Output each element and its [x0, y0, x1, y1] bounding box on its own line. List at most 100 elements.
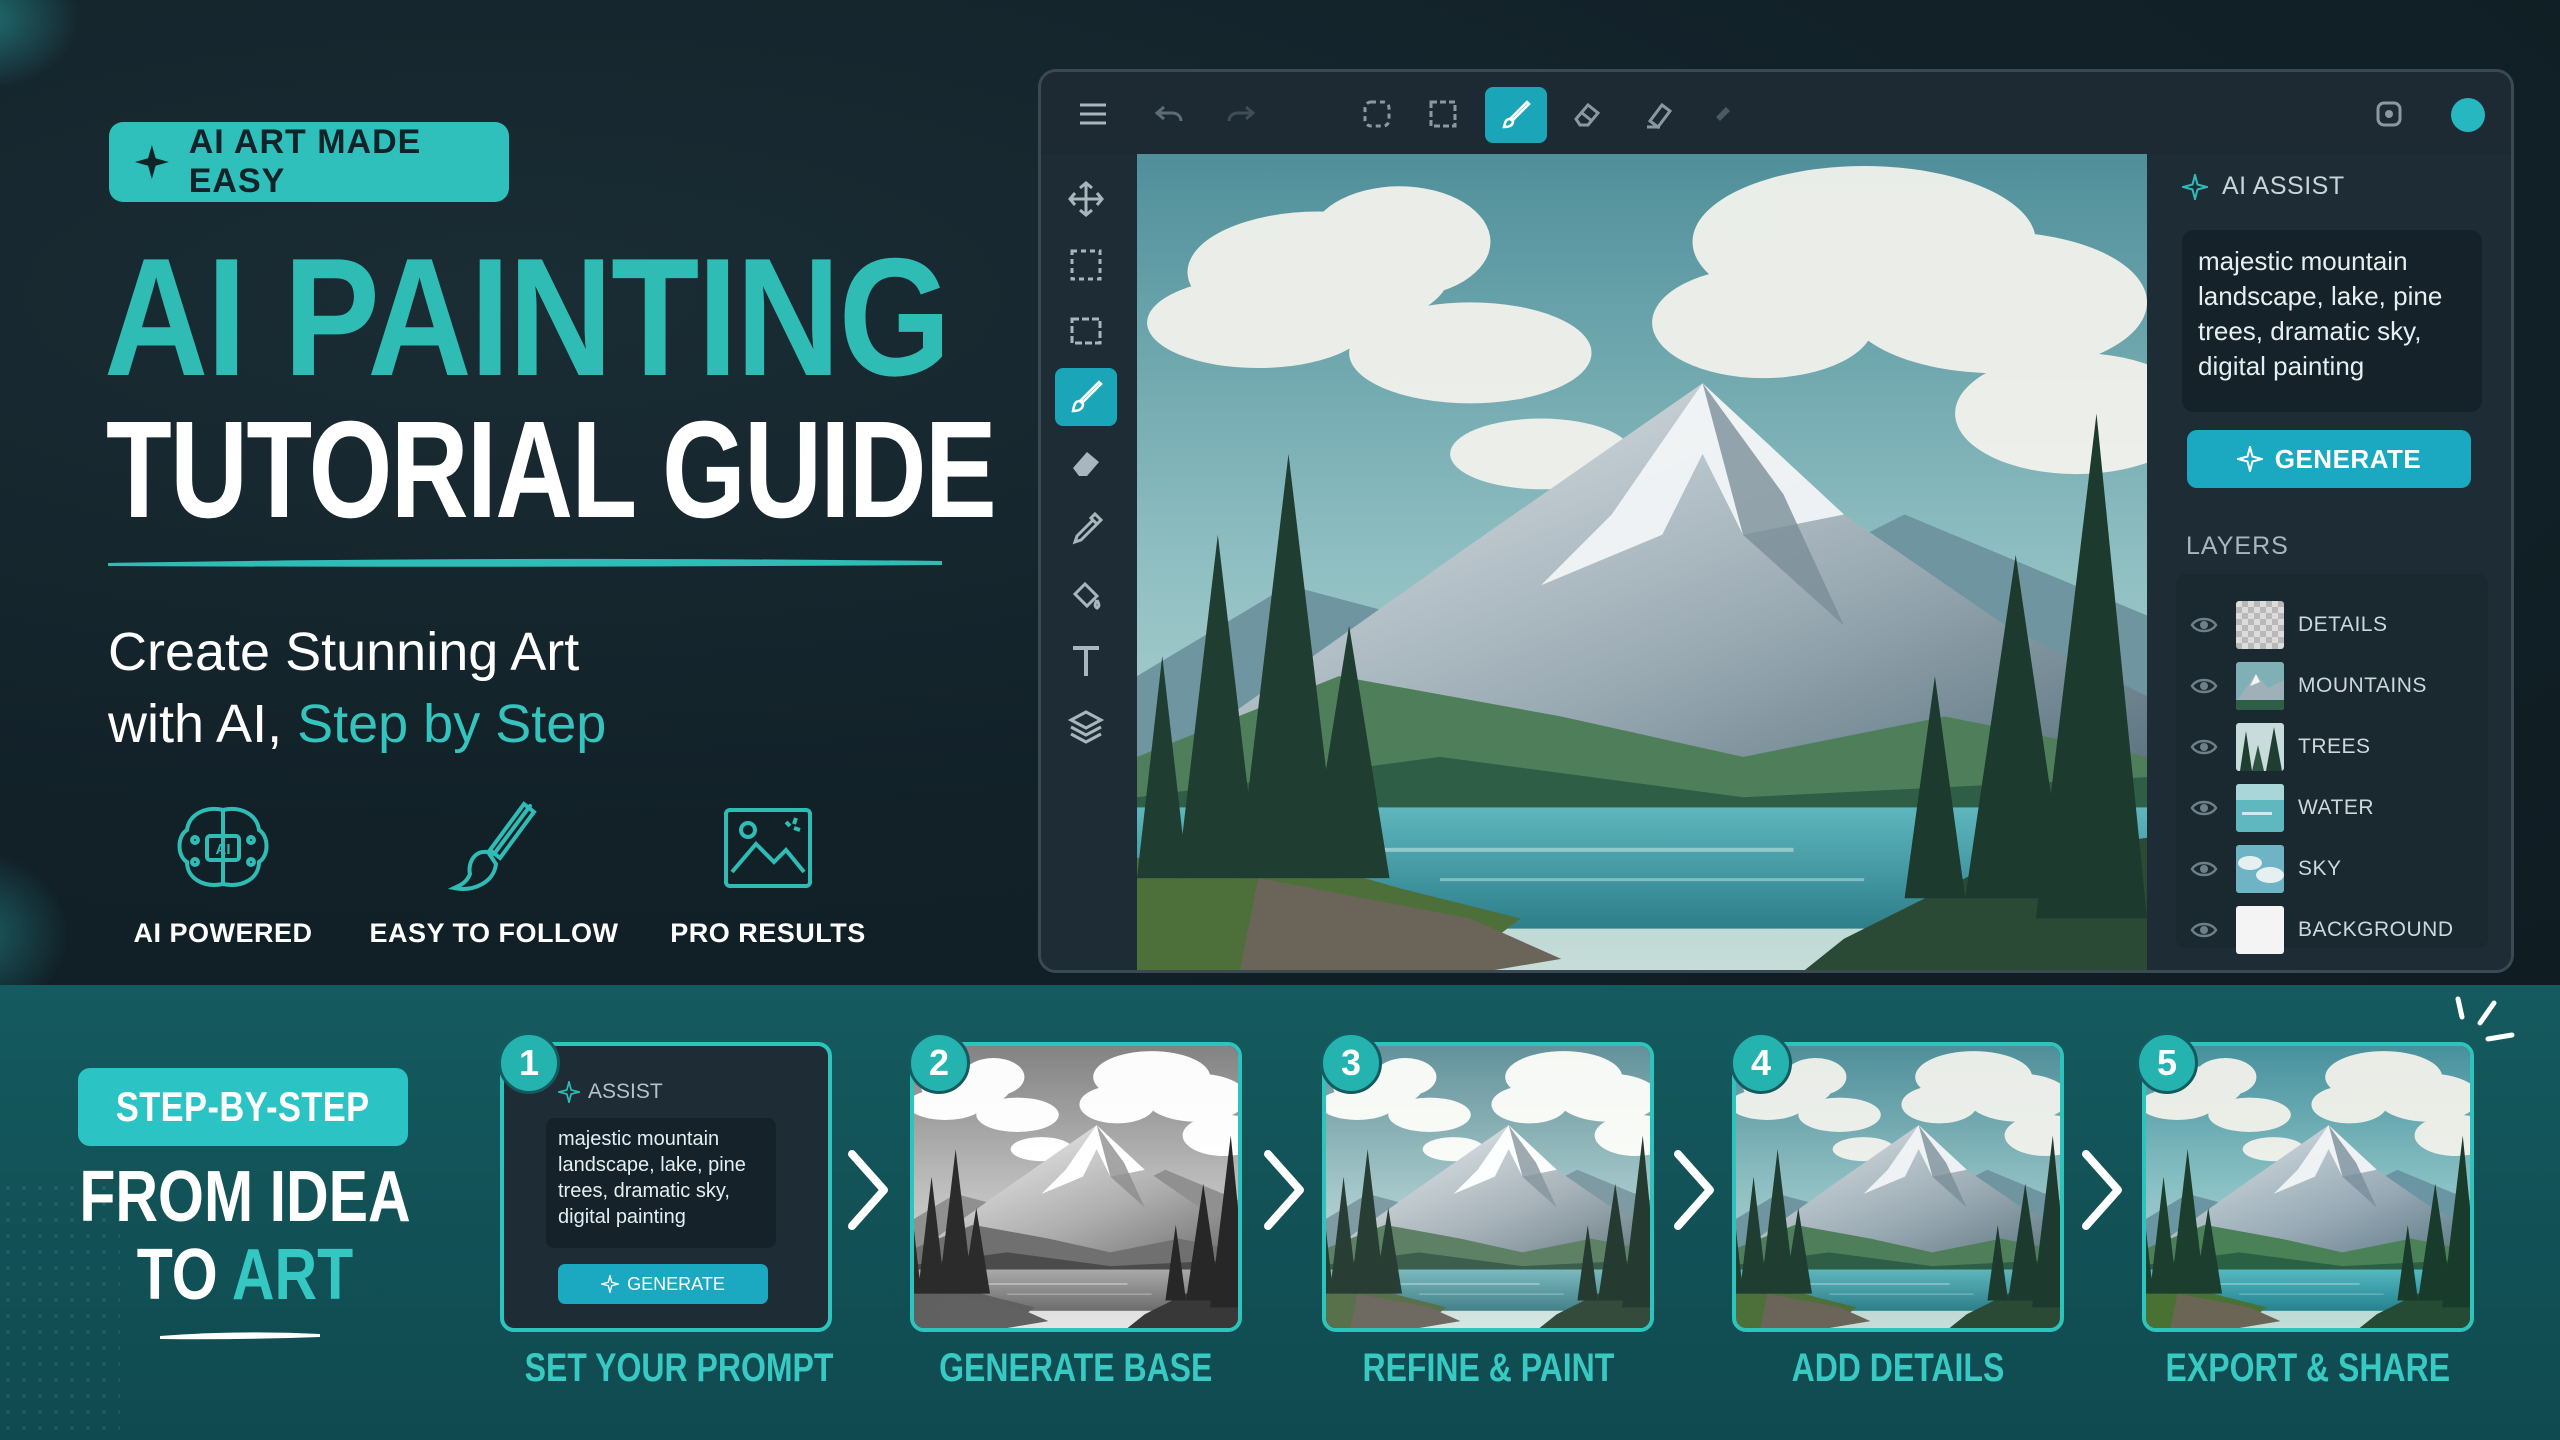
brush-stroke-decoration: [0, 850, 70, 990]
step-label-text: EXPORT & SHARE: [2165, 1346, 2451, 1390]
title-underline: [108, 558, 942, 567]
subtitle-prefix: with AI,: [108, 694, 298, 754]
eraser-icon[interactable]: [1565, 92, 1609, 136]
eye-icon[interactable]: [2190, 611, 2218, 639]
feature-label: EASY TO FOLLOW: [369, 918, 619, 948]
step-label: REFINE & PAINT: [1308, 1346, 1668, 1391]
layer-row-sky[interactable]: SKY: [2186, 841, 2478, 897]
headline-line-1: FROM IDEA: [79, 1157, 411, 1237]
step-number-badge: 1: [498, 1032, 560, 1094]
subtitle-line-2: with AI, Step by Step: [108, 688, 606, 760]
layers-icon[interactable]: [1055, 698, 1117, 756]
paintbrush-icon: [447, 801, 537, 891]
prompt-input[interactable]: majestic mountain landscape, lake, pine …: [2182, 230, 2482, 412]
settings-icon[interactable]: [2367, 92, 2411, 136]
eye-icon[interactable]: [2190, 855, 2218, 883]
layer-name: MOUNTAINS: [2298, 674, 2427, 697]
fill-bucket-icon[interactable]: [1055, 566, 1117, 624]
undo-icon[interactable]: [1147, 92, 1191, 136]
layer-row-details[interactable]: DETAILS: [2186, 597, 2478, 653]
brush-icon[interactable]: [1485, 87, 1547, 143]
feature-label: AI POWERED: [133, 918, 313, 948]
brush-icon[interactable]: [1055, 368, 1117, 426]
ai-assist-label: AI ASSIST: [2222, 172, 2345, 200]
text-icon[interactable]: [1055, 632, 1117, 690]
painting-app-window: AI ASSIST majestic mountain landscape, l…: [1038, 69, 2514, 973]
mini-prompt-text: majestic mountain landscape, lake, pine …: [546, 1118, 776, 1248]
step-label-text: GENERATE BASE: [939, 1346, 1213, 1390]
layer-row-trees[interactable]: TREES: [2186, 719, 2478, 775]
eye-icon[interactable]: [2190, 794, 2218, 822]
lasso-select-icon[interactable]: [1355, 92, 1399, 136]
layer-name: TREES: [2298, 735, 2371, 758]
shine-lines-decoration: [2455, 996, 2515, 1042]
sparkle-icon: [2236, 446, 2263, 472]
grayscale-base-thumbnail: [914, 1046, 1238, 1328]
sparkle-icon: [558, 1081, 580, 1103]
feature-ai-powered: AI AI POWERED: [103, 800, 343, 960]
redo-icon[interactable]: [1219, 92, 1263, 136]
mini-generate-label: GENERATE: [627, 1273, 725, 1294]
layer-name: BACKGROUND: [2298, 918, 2454, 941]
layer-thumbnail: [2236, 784, 2284, 832]
mini-assist-label: ASSIST: [588, 1080, 663, 1103]
step-by-step-badge: STEP-BY-STEP: [78, 1068, 408, 1146]
layer-name: WATER: [2298, 796, 2374, 819]
ai-art-badge: AI ART MADE EASY: [109, 122, 509, 202]
status-dot[interactable]: [2451, 98, 2485, 132]
image-frame-icon: [724, 808, 812, 888]
step-label: EXPORT & SHARE: [2128, 1346, 2488, 1391]
step-label-text: ADD DETAILS: [1791, 1346, 2005, 1390]
eye-icon[interactable]: [2190, 916, 2218, 944]
title-line-1: AI PAINTING: [104, 223, 951, 411]
step-number-badge: 3: [1320, 1032, 1382, 1094]
feature-label: PRO RESULTS: [670, 918, 866, 948]
layer-row-mountains[interactable]: MOUNTAINS: [2186, 658, 2478, 714]
eyedropper-icon[interactable]: [1055, 500, 1117, 558]
eye-icon[interactable]: [2190, 733, 2218, 761]
step-number-badge: 4: [1730, 1032, 1792, 1094]
final-painting-thumbnail: [2146, 1046, 2470, 1328]
mini-assist-heading: ASSIST: [558, 1080, 663, 1104]
headline-accent: ART: [231, 1235, 354, 1315]
layer-row-water[interactable]: WATER: [2186, 780, 2478, 836]
rect-marquee-icon[interactable]: [1055, 302, 1117, 360]
svg-text:AI: AI: [216, 841, 231, 858]
rect-select-icon[interactable]: [1421, 92, 1465, 136]
layer-row-background[interactable]: BACKGROUND: [2186, 902, 2478, 958]
subtitle: Create Stunning Art with AI, Step by Ste…: [108, 616, 606, 760]
generate-label: GENERATE: [2274, 443, 2422, 474]
brush-stroke-decoration: [0, 0, 80, 90]
step-number-badge: 2: [908, 1032, 970, 1094]
layer-thumbnail: [2236, 906, 2284, 954]
ai-assist-heading: AI ASSIST: [2182, 172, 2345, 201]
sparkle-icon: [601, 1275, 620, 1293]
generate-button[interactable]: GENERATE: [2187, 430, 2471, 488]
eye-icon[interactable]: [2190, 672, 2218, 700]
menu-icon[interactable]: [1071, 92, 1115, 136]
smudge-icon[interactable]: [1637, 92, 1681, 136]
marquee-icon[interactable]: [1055, 236, 1117, 294]
top-toolbar: [1041, 72, 2511, 154]
headline-line-2: TO ART: [65, 1236, 426, 1314]
fill-icon[interactable]: [1701, 92, 1745, 136]
step-card-5[interactable]: [2142, 1042, 2474, 1332]
move-icon[interactable]: [1055, 170, 1117, 228]
eraser-icon[interactable]: [1055, 434, 1117, 492]
step-label-text: SET YOUR PROMPT: [524, 1346, 834, 1390]
step-label: ADD DETAILS: [1718, 1346, 2078, 1391]
step-number-badge: 5: [2136, 1032, 2198, 1094]
badge-text: AI ART MADE EASY: [188, 123, 422, 200]
painting-canvas[interactable]: [1137, 154, 2147, 970]
headline-prefix: TO: [136, 1235, 232, 1315]
step-label-text: REFINE & PAINT: [1362, 1346, 1614, 1390]
chevron-right-icon: [2082, 1150, 2122, 1230]
layer-thumbnail: [2236, 845, 2284, 893]
headline-underline: [160, 1332, 320, 1340]
feature-pro-results: PRO RESULTS: [648, 800, 888, 960]
feature-easy-to-follow: EASY TO FOLLOW: [370, 800, 618, 960]
subtitle-accent: Step by Step: [297, 694, 607, 754]
layer-name: SKY: [2298, 857, 2342, 880]
layer-name: DETAILS: [2298, 613, 2388, 636]
layers-heading: LAYERS: [2186, 532, 2289, 560]
